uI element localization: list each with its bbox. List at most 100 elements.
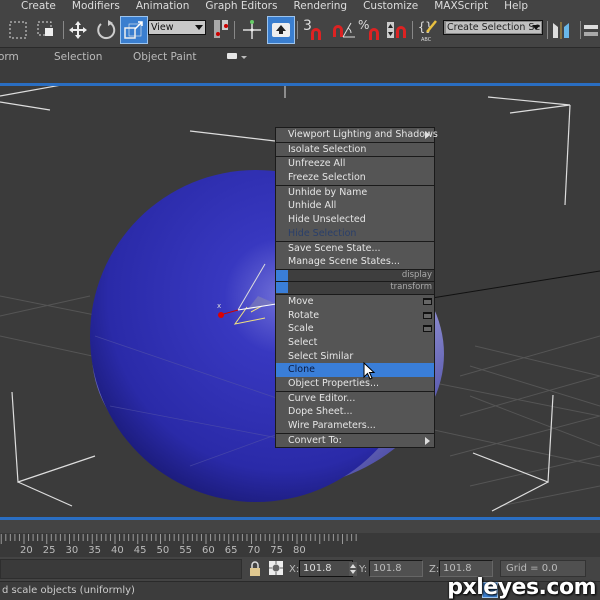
keyboard-override-icon xyxy=(272,23,290,37)
frame-label: 75 xyxy=(270,545,283,556)
x-coordinate-label: X: xyxy=(289,564,300,575)
frame-label: 45 xyxy=(133,545,147,556)
reference-coordinate-value: View xyxy=(151,22,174,33)
menu-item-convert-to[interactable]: Convert To: xyxy=(276,434,434,448)
track-bar-ticks xyxy=(0,534,357,544)
menu-item-label: Curve Editor... xyxy=(288,392,356,404)
z-coordinate-label: Z: xyxy=(429,564,440,575)
menu-item-clone[interactable]: Clone xyxy=(276,363,434,377)
menu-help[interactable]: Help xyxy=(496,0,536,13)
menu-item-rotate[interactable]: Rotate xyxy=(276,309,434,323)
toolbar-separator xyxy=(234,21,235,39)
menu-rendering[interactable]: Rendering xyxy=(285,0,355,13)
menu-item-isolate-selection[interactable]: Isolate Selection xyxy=(276,143,434,157)
menu-item-hide-selection[interactable]: Hide Selection xyxy=(276,227,434,241)
scale-icon xyxy=(124,21,143,39)
quad-menu-section: Convert To: xyxy=(276,434,434,448)
settings-dialog-icon[interactable] xyxy=(423,297,432,305)
chevron-down-icon xyxy=(532,25,540,30)
select-and-rotate-button[interactable] xyxy=(92,16,120,44)
menu-item-label: Scale xyxy=(288,323,314,335)
menu-item-label: Dope Sheet... xyxy=(288,406,353,418)
ribbon-tab-bar: orm Selection Object Paint xyxy=(0,47,600,66)
spinner-icon[interactable] xyxy=(349,562,357,576)
chevron-down-icon[interactable] xyxy=(241,56,247,59)
menu-item-unhide-by-name[interactable]: Unhide by Name xyxy=(276,186,434,200)
ribbon-tab-freeform[interactable]: orm xyxy=(0,51,19,63)
menu-item-scale[interactable]: Scale xyxy=(276,322,434,336)
frame-label: 25 xyxy=(42,545,56,556)
keyboard-shortcut-override-button[interactable] xyxy=(267,16,295,44)
quad-indicator xyxy=(276,269,288,281)
edit-named-selection-button[interactable]: {} ABC xyxy=(414,16,442,44)
settings-dialog-icon[interactable] xyxy=(423,325,432,333)
lock-icon[interactable] xyxy=(248,561,262,577)
menu-item-hide-unselected[interactable]: Hide Unselected xyxy=(276,213,434,227)
quad-titles: display transform xyxy=(276,269,434,295)
ribbon-minimize-toggle[interactable] xyxy=(227,53,237,59)
pivot-center-icon xyxy=(214,20,228,38)
menu-item-select[interactable]: Select xyxy=(276,336,434,350)
y-coordinate-field[interactable]: 101.8 xyxy=(369,560,423,577)
pivot-center-button[interactable] xyxy=(208,16,236,44)
menu-item-select-similar[interactable]: Select Similar xyxy=(276,350,434,364)
menu-create[interactable]: Create xyxy=(0,0,64,13)
menu-item-object-properties[interactable]: Object Properties... xyxy=(276,377,434,391)
mirror-button[interactable] xyxy=(550,16,576,44)
x-coordinate-field[interactable]: 101.8 xyxy=(299,560,353,577)
menu-item-curve-editor[interactable]: Curve Editor... xyxy=(276,392,434,406)
window-crossing-button[interactable] xyxy=(32,16,60,44)
y-coordinate-label: Y: xyxy=(359,564,368,575)
frame-label: 55 xyxy=(179,545,192,556)
named-selection-sets-dropdown[interactable]: Create Selection Se xyxy=(443,20,543,35)
settings-dialog-icon[interactable] xyxy=(423,311,432,319)
absolute-mode-transform-icon[interactable] xyxy=(268,560,284,576)
menu-item-unhide-all[interactable]: Unhide All xyxy=(276,199,434,213)
ribbon-tab-object-paint[interactable]: Object Paint xyxy=(133,51,197,63)
manipulate-button[interactable] xyxy=(238,16,266,44)
frame-label: 20 xyxy=(20,545,33,556)
select-region-button[interactable] xyxy=(4,16,32,44)
quad-title-display[interactable]: display xyxy=(276,269,434,282)
select-and-scale-button[interactable] xyxy=(120,16,148,44)
menu-item-viewport-lighting-and-shadows[interactable]: Viewport Lighting and Shadows xyxy=(276,128,438,142)
frame-label: 65 xyxy=(224,545,238,556)
reference-coordinate-dropdown[interactable]: View xyxy=(148,20,206,35)
menu-bar: Create Modifiers Animation Graph Editors Ren… xyxy=(0,0,600,13)
menu-item-manage-scene-states[interactable]: Manage Scene States... xyxy=(276,255,434,269)
percent-snap-toggle-button[interactable]: % xyxy=(358,16,386,44)
select-and-move-button[interactable] xyxy=(64,16,92,44)
menu-item-dope-sheet[interactable]: Dope Sheet... xyxy=(276,405,434,419)
named-selection-value: Create Selection Se xyxy=(446,22,542,33)
menu-customize[interactable]: Customize xyxy=(355,0,426,13)
toolbar-separator xyxy=(412,21,413,39)
menu-item-label: Hide Unselected xyxy=(288,214,366,226)
menu-item-label: Convert To: xyxy=(288,434,342,446)
ribbon-tab-selection[interactable]: Selection xyxy=(54,51,102,63)
quad-menu-section: Save Scene State... Manage Scene States..… xyxy=(276,242,434,270)
mirror-icon xyxy=(553,22,569,39)
y-coordinate-value: 101.8 xyxy=(373,563,402,574)
svg-text:ABC: ABC xyxy=(421,37,432,43)
menu-graph-editors[interactable]: Graph Editors xyxy=(197,0,285,13)
move-icon xyxy=(69,21,87,39)
frame-label: 60 xyxy=(202,545,215,556)
menu-item-move[interactable]: Move xyxy=(276,295,434,309)
snaps-toggle-button[interactable]: 3 xyxy=(300,16,328,44)
spinner-snap-toggle-button[interactable] xyxy=(385,16,413,44)
menu-maxscript[interactable]: MAXScript xyxy=(426,0,496,13)
menu-item-label: Wire Parameters... xyxy=(288,420,376,432)
menu-item-wire-parameters[interactable]: Wire Parameters... xyxy=(276,419,434,433)
menu-modifiers[interactable]: Modifiers xyxy=(64,0,128,13)
quad-title-transform[interactable]: transform xyxy=(276,281,434,294)
menu-item-save-scene-state[interactable]: Save Scene State... xyxy=(276,242,434,256)
menu-item-label: Unhide All xyxy=(288,200,337,212)
menu-item-freeze-selection[interactable]: Freeze Selection xyxy=(276,171,434,185)
angle-snap-toggle-button[interactable] xyxy=(330,16,358,44)
menu-animation[interactable]: Animation xyxy=(128,0,198,13)
align-button[interactable] xyxy=(582,16,600,44)
quad-title-label: transform xyxy=(390,281,432,292)
menu-item-unfreeze-all[interactable]: Unfreeze All xyxy=(276,157,434,171)
manipulate-icon xyxy=(243,20,261,39)
submenu-arrow-icon xyxy=(425,436,430,445)
